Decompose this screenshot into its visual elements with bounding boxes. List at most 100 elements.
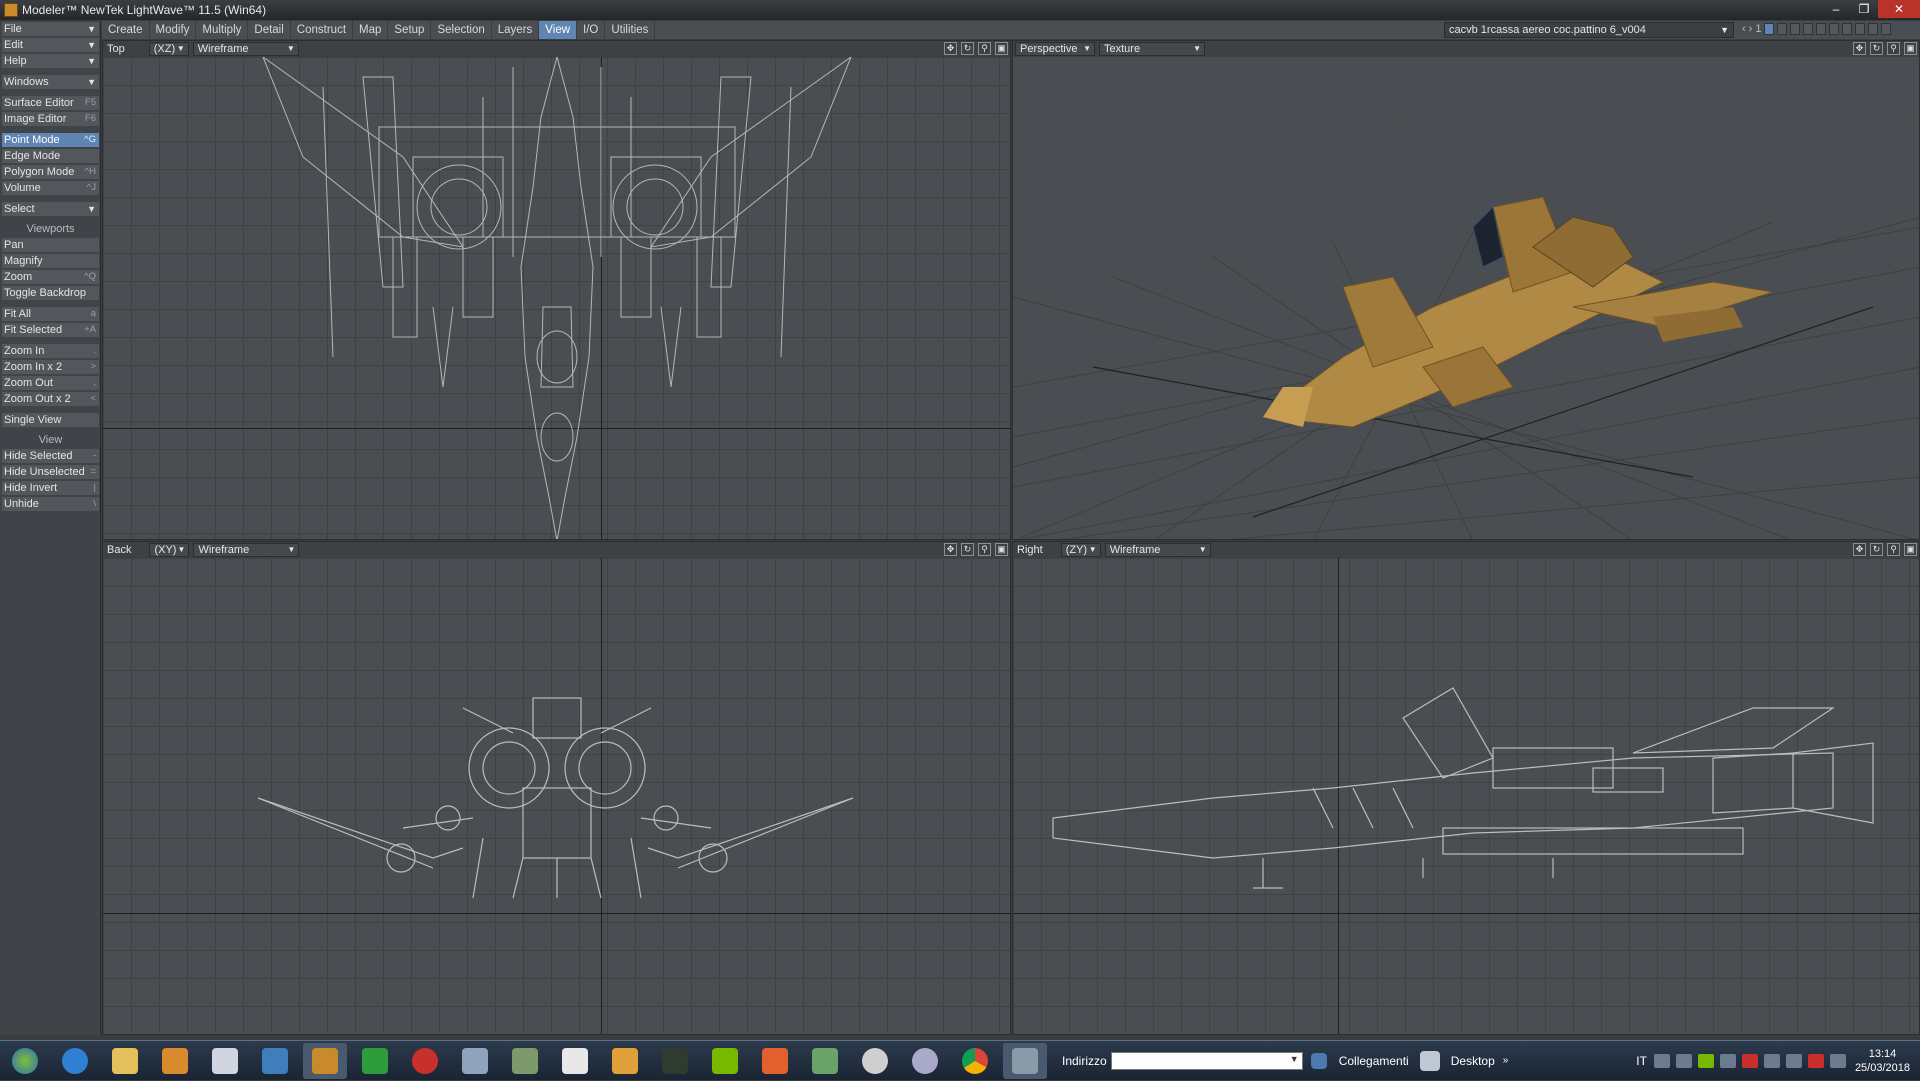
terminal-app-icon[interactable] bbox=[653, 1043, 697, 1079]
zoom-view-icon[interactable]: ⚲ bbox=[1887, 543, 1900, 556]
edge-mode-button[interactable]: Edge Mode bbox=[2, 149, 99, 163]
layer-cell[interactable] bbox=[1816, 23, 1827, 35]
move-view-icon[interactable]: ✥ bbox=[1853, 543, 1866, 556]
tray-action-center-icon[interactable] bbox=[1807, 1054, 1824, 1068]
layer-cell[interactable] bbox=[1803, 23, 1814, 35]
clock[interactable]: 13:14 25/03/2018 bbox=[1855, 1047, 1910, 1075]
tray-flag-icon[interactable] bbox=[1741, 1054, 1758, 1068]
help-menu[interactable]: Help ▼ bbox=[2, 54, 99, 68]
single-view-button[interactable]: Single View bbox=[2, 413, 99, 427]
view-type-label[interactable]: Back bbox=[103, 544, 135, 556]
layer-cell[interactable] bbox=[1777, 23, 1788, 35]
render-mode-dropdown[interactable]: Wireframe ▼ bbox=[192, 42, 299, 56]
window-app-icon[interactable] bbox=[203, 1043, 247, 1079]
lightwave-modeler-icon[interactable] bbox=[1003, 1042, 1047, 1079]
maximize-button[interactable]: ❐ bbox=[1850, 0, 1878, 18]
address-input[interactable]: ▼ bbox=[1110, 1051, 1303, 1070]
fit-all-button[interactable]: Fit All a bbox=[2, 307, 99, 321]
go-icon[interactable] bbox=[1309, 1043, 1329, 1079]
tab-i-o[interactable]: I/O bbox=[577, 21, 606, 39]
hide-invert-button[interactable]: Hide Invert | bbox=[2, 481, 99, 495]
network-app-icon[interactable] bbox=[253, 1043, 297, 1079]
move-view-icon[interactable]: ✥ bbox=[1853, 42, 1866, 55]
zoom-view-icon[interactable]: ⚲ bbox=[978, 543, 991, 556]
maximize-view-icon[interactable]: ▣ bbox=[1904, 42, 1917, 55]
zoom-out-button[interactable]: Zoom Out, bbox=[2, 376, 99, 390]
volume-button[interactable]: Volume ^J bbox=[2, 181, 99, 195]
maximize-view-icon[interactable]: ▣ bbox=[1904, 543, 1917, 556]
archive-app-icon[interactable] bbox=[603, 1043, 647, 1079]
minimize-button[interactable]: – bbox=[1822, 0, 1850, 18]
tray-keyboard-icon[interactable] bbox=[1653, 1054, 1670, 1068]
green-app-icon[interactable] bbox=[353, 1043, 397, 1079]
view-type-label[interactable]: Top bbox=[103, 43, 129, 55]
edit-menu[interactable]: Edit ▼ bbox=[2, 38, 99, 52]
start-button[interactable] bbox=[3, 1043, 47, 1079]
layer-cell[interactable] bbox=[1829, 23, 1840, 35]
tab-map[interactable]: Map bbox=[353, 21, 389, 39]
tab-utilities[interactable]: Utilities bbox=[605, 21, 656, 39]
tray-battery-icon[interactable] bbox=[1763, 1054, 1780, 1068]
nvidia-icon[interactable] bbox=[703, 1043, 747, 1079]
perspective-viewport[interactable]: Perspective ▼ Texture ▼ ✥ ↻ ⚲ ▣ bbox=[1012, 40, 1920, 540]
file-menu[interactable]: File ▼ bbox=[2, 22, 99, 36]
tab-modify[interactable]: Modify bbox=[150, 21, 197, 39]
image-editor-button[interactable]: Image Editor F6 bbox=[2, 112, 99, 126]
move-view-icon[interactable]: ✥ bbox=[944, 543, 957, 556]
render-mode-dropdown[interactable]: Texture ▼ bbox=[1099, 42, 1205, 56]
zoom-out-x2-button[interactable]: Zoom Out x 2 < bbox=[2, 392, 99, 406]
tray-nvidia-icon[interactable] bbox=[1697, 1054, 1714, 1068]
pan-button[interactable]: Pan bbox=[2, 238, 99, 252]
layer-cell[interactable] bbox=[1790, 23, 1801, 35]
tab-construct[interactable]: Construct bbox=[291, 21, 354, 39]
lightwave-layout-icon[interactable] bbox=[303, 1042, 347, 1079]
zoom-in-button[interactable]: Zoom In. bbox=[2, 344, 99, 358]
layer-cell[interactable] bbox=[1855, 23, 1866, 35]
rotate-view-icon[interactable]: ↻ bbox=[961, 543, 974, 556]
tab-layers[interactable]: Layers bbox=[492, 21, 540, 39]
colorful-app-icon[interactable] bbox=[753, 1043, 797, 1079]
rotate-view-icon[interactable]: ↻ bbox=[1870, 543, 1883, 556]
network-share-icon[interactable] bbox=[503, 1043, 547, 1079]
tab-selection[interactable]: Selection bbox=[431, 21, 492, 39]
close-button[interactable]: ✕ bbox=[1878, 0, 1920, 18]
axes-dropdown[interactable]: (ZY) ▼ bbox=[1060, 543, 1101, 557]
zoom-button[interactable]: Zoom ^Q bbox=[2, 270, 99, 284]
layer-cell[interactable] bbox=[1868, 23, 1879, 35]
tray-network-icon[interactable] bbox=[1719, 1054, 1736, 1068]
top-viewport[interactable]: Top (XZ) ▼ Wireframe ▼ ✥ ↻ ⚲ ▣ bbox=[102, 40, 1011, 540]
zoom-view-icon[interactable]: ⚲ bbox=[978, 42, 991, 55]
select-menu[interactable]: Select ▼ bbox=[2, 202, 99, 216]
zoom-in-x2-button[interactable]: Zoom In x 2 > bbox=[2, 360, 99, 374]
fit-selected-button[interactable]: Fit Selected +A bbox=[2, 323, 99, 337]
tray-volume-icon[interactable] bbox=[1785, 1054, 1802, 1068]
expand-icon[interactable]: » bbox=[1503, 1055, 1509, 1066]
rotate-view-icon[interactable]: ↻ bbox=[1870, 42, 1883, 55]
back-viewport[interactable]: Back (XY) ▼ Wireframe ▼ ✥ ↻ ⚲ ▣ bbox=[102, 541, 1011, 1035]
hide-unselected-button[interactable]: Hide Unselected = bbox=[2, 465, 99, 479]
tab-create[interactable]: Create bbox=[102, 21, 150, 39]
surface-editor-button[interactable]: Surface Editor F5 bbox=[2, 96, 99, 110]
tab-setup[interactable]: Setup bbox=[388, 21, 432, 39]
view-type-dropdown[interactable]: Perspective ▼ bbox=[1015, 42, 1095, 56]
move-view-icon[interactable]: ✥ bbox=[944, 42, 957, 55]
point-mode-button[interactable]: Point Mode ^G bbox=[2, 133, 99, 147]
render-mode-dropdown[interactable]: Wireframe ▼ bbox=[1104, 543, 1211, 557]
prev-layer-icon[interactable]: ‹ bbox=[1742, 23, 1746, 35]
maximize-view-icon[interactable]: ▣ bbox=[995, 42, 1008, 55]
links-label[interactable]: Collegamenti bbox=[1339, 1054, 1409, 1068]
right-viewport[interactable]: Right (ZY) ▼ Wireframe ▼ ✥ ↻ ⚲ ▣ bbox=[1012, 541, 1920, 1035]
tools-app-icon[interactable] bbox=[453, 1043, 497, 1079]
pen-icon[interactable] bbox=[1416, 1043, 1444, 1079]
desktop-label[interactable]: Desktop bbox=[1451, 1054, 1495, 1068]
tray-signal-icon[interactable] bbox=[1829, 1054, 1846, 1068]
tab-multiply[interactable]: Multiply bbox=[196, 21, 249, 39]
toggle-backdrop-button[interactable]: Toggle Backdrop bbox=[2, 286, 99, 300]
render-mode-dropdown[interactable]: Wireframe ▼ bbox=[193, 543, 300, 557]
hide-selected-button[interactable]: Hide Selected - bbox=[2, 449, 99, 463]
tab-view[interactable]: View bbox=[539, 21, 578, 39]
tab-detail[interactable]: Detail bbox=[248, 21, 291, 39]
layer-cell[interactable] bbox=[1881, 23, 1892, 35]
internet-explorer-icon[interactable] bbox=[53, 1043, 97, 1079]
unhide-button[interactable]: Unhide \ bbox=[2, 497, 99, 511]
